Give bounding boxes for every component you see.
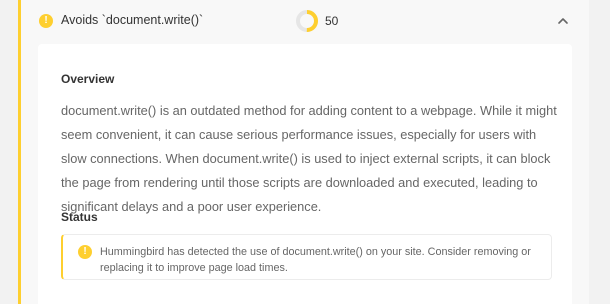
audit-header[interactable]: ! Avoids `document.write()` 50	[21, 0, 589, 44]
warning-icon: !	[78, 245, 92, 259]
chevron-up-icon[interactable]	[555, 13, 571, 29]
score-ring-icon	[296, 10, 318, 32]
overview-text: document.write() is an outdated method f…	[61, 103, 557, 214]
warning-icon: !	[39, 14, 53, 28]
audit-details-panel: Overview document.write() is an outdated…	[38, 44, 572, 304]
status-heading: Status	[61, 210, 98, 224]
audit-title: Avoids `document.write()`	[61, 13, 204, 27]
status-notice: ! Hummingbird has detected the use of do…	[61, 234, 552, 280]
audit-card: ! Avoids `document.write()` 50 Overview …	[21, 0, 589, 304]
score-value: 50	[325, 14, 339, 28]
overview-heading: Overview	[61, 72, 115, 86]
status-message: Hummingbird has detected the use of docu…	[100, 246, 531, 274]
